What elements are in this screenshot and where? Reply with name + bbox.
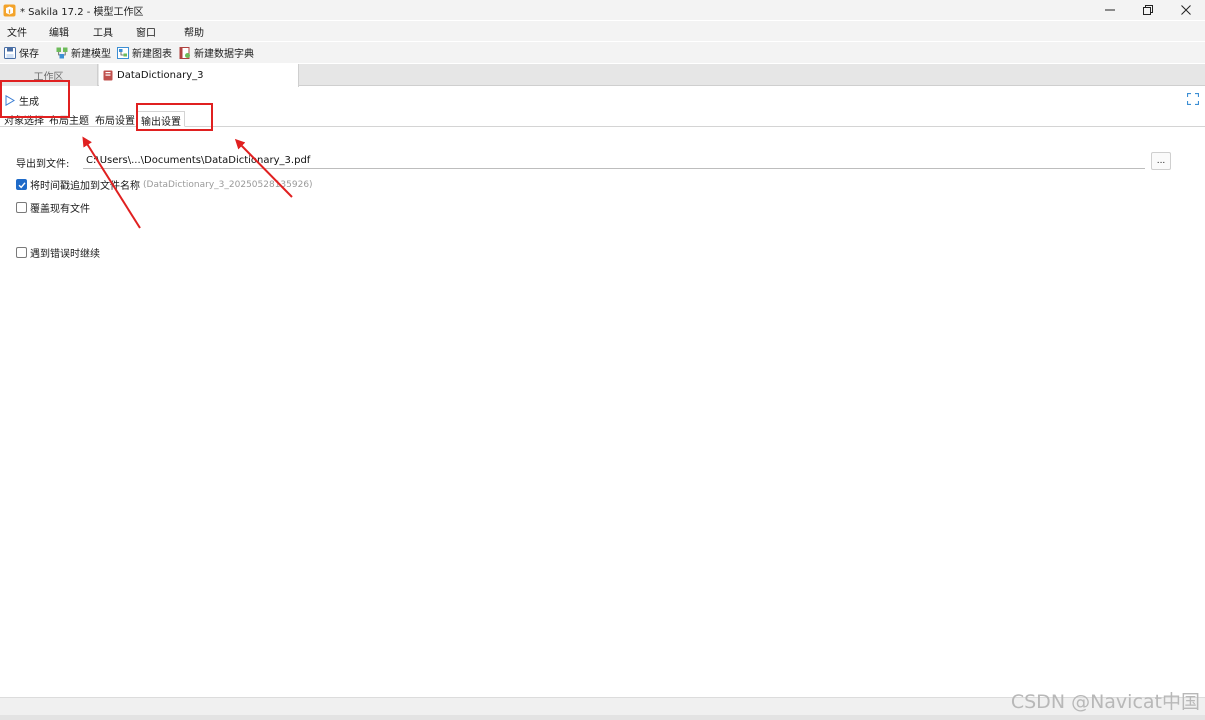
new-diagram-label: 新建图表 [132,49,172,60]
close-icon [1181,5,1191,15]
new-model-label: 新建模型 [71,49,111,60]
window-controls [1091,0,1205,20]
append-timestamp-checkbox[interactable] [16,179,27,190]
export-to-file-label: 导出到文件: [16,159,70,170]
new-dictionary-icon [179,46,190,59]
menu-window[interactable]: 窗口 [136,24,156,39]
save-label: 保存 [19,49,39,60]
tab-layout-settings[interactable]: 布局设置 [95,112,135,127]
minimize-button[interactable] [1091,0,1129,20]
tab-datadictionary[interactable]: DataDictionary_3 [99,64,299,87]
status-bar-edge [0,715,1205,720]
continue-on-error-option[interactable]: 遇到错误时继续 [16,245,100,260]
menu-edit[interactable]: 编辑 [49,24,69,39]
continue-on-error-checkbox[interactable] [16,247,27,258]
overwrite-checkbox[interactable] [16,202,27,213]
watermark: CSDN @Navicat中国 [1010,691,1200,713]
append-timestamp-option[interactable]: 将时间戳追加到文件名称 (DataDictionary_3_2025052813… [16,177,313,192]
title-bar: * Sakila 17.2 - 模型工作区 [0,0,1205,20]
document-tabs: 工作区 DataDictionary_3 [0,64,1205,87]
save-button[interactable]: 保存 [4,44,39,61]
close-button[interactable] [1167,0,1205,20]
annotation-box-output-settings [136,103,213,131]
restore-icon [1143,5,1153,15]
new-model-icon [56,47,68,58]
overwrite-option[interactable]: 覆盖现有文件 [16,200,90,215]
new-dictionary-button[interactable]: 新建数据字典 [179,44,254,61]
new-dictionary-label: 新建数据字典 [194,49,254,60]
app-icon [3,4,16,17]
timestamp-preview: (DataDictionary_3_20250528135926) [143,179,313,190]
new-model-button[interactable]: 新建模型 [56,44,111,61]
new-diagram-button[interactable]: 新建图表 [117,44,172,61]
menu-tools[interactable]: 工具 [93,24,113,39]
new-diagram-icon [117,46,129,59]
checkmark-icon [18,181,26,188]
expand-icon[interactable] [1187,93,1199,105]
minimize-icon [1105,9,1115,11]
editor-panel: 生成 对象选择 布局主题 布局设置 输出设置 导出到文件: ... 将时间戳追加… [0,87,1205,697]
continue-on-error-label: 遇到错误时继续 [30,249,100,260]
save-icon [4,46,16,59]
append-timestamp-label: 将时间戳追加到文件名称 [30,181,140,192]
menu-bar: 文件 编辑 工具 窗口 帮助 [0,21,1205,41]
tab-datadictionary-label: DataDictionary_3 [117,70,204,81]
overwrite-label: 覆盖现有文件 [30,204,90,215]
menu-help[interactable]: 帮助 [184,24,204,39]
toolbar: 保存 新建模型 新建图表 新建数据字典 [0,42,1205,63]
restore-button[interactable] [1129,0,1167,20]
export-path-input[interactable] [83,152,1145,169]
annotation-box-generate [0,80,70,118]
browse-button[interactable]: ... [1151,152,1171,170]
menu-file[interactable]: 文件 [7,24,27,39]
window-title: * Sakila 17.2 - 模型工作区 [20,6,144,18]
data-dictionary-icon [103,70,113,81]
